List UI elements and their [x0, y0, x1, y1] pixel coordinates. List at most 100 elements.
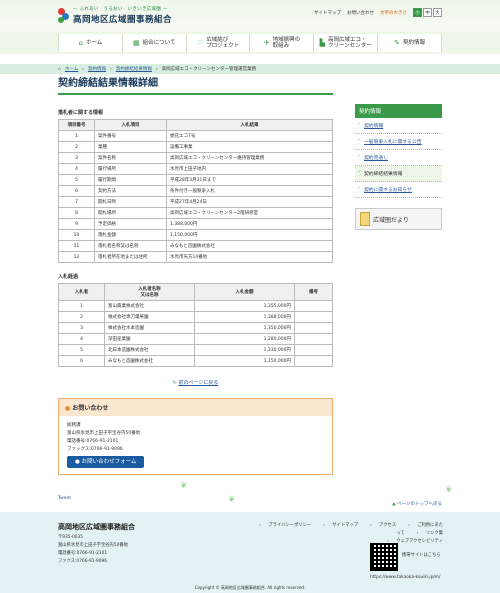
- chevron-right-icon: ›: [408, 523, 412, 528]
- site-footer: 高岡地区広域圏事務組合 〒935-0035 富山県氷見市上田子字宝谷内50番地 …: [0, 512, 500, 593]
- nav-item-0[interactable]: ⌂ ホーム: [58, 34, 123, 52]
- nav-item-2[interactable]: ♡ 広域結び プロジェクト: [186, 34, 251, 52]
- table-cell: 1: [58, 130, 95, 142]
- footer-link[interactable]: › アクセス: [364, 523, 396, 528]
- mobile-site-label: 携帯サイトはこちら: [402, 553, 441, 558]
- table-row: 3 案件名称 高岡広域エコ・クリーンセンター維持管理業務: [58, 152, 333, 164]
- nav-item-5[interactable]: ✎ 契約情報: [378, 34, 442, 52]
- table-cell: 落札金額: [94, 229, 167, 241]
- map-icon: ✈: [263, 39, 270, 47]
- inquiry-dept: 総務課: [67, 423, 81, 428]
- sidebar-item-0[interactable]: 契約情報: [355, 118, 442, 134]
- table-cell: 北日本造園株式会社: [104, 344, 195, 356]
- page-top-link[interactable]: ▲ ページのトップへ戻る: [392, 501, 442, 507]
- site-logo[interactable]: — ふれあい うるおい いきいき広域圏 — 高岡地区広域圏事務組合: [58, 6, 172, 25]
- table-row: 4 履行場所 氷見市上田子地内: [58, 163, 333, 175]
- table-cell: 1,355,000円: [194, 300, 295, 312]
- table-cell: 委託エコ7号: [166, 130, 333, 142]
- sidebar-item-3[interactable]: 契約締結結果情報: [355, 166, 442, 182]
- inquiry-fax: ファックス:0766-91-9096: [67, 447, 123, 452]
- chevron-right-icon: ›: [416, 531, 420, 536]
- footer-link[interactable]: › リンク集: [411, 531, 443, 536]
- table-cell: [294, 344, 333, 356]
- table-cell: 高岡広域エコ・クリーンセンター維持管理業務: [166, 152, 333, 164]
- decorative-leaf-icon: ❦: [228, 495, 236, 505]
- inquiry-form-button[interactable]: ● お問い合わせフォーム: [67, 456, 145, 468]
- table-cell: 株式会社水本造園: [104, 322, 195, 334]
- table-cell: 10: [58, 229, 95, 241]
- table-row: 2 株式会社専刀電華園 1,388,000円: [58, 311, 333, 323]
- nav-item-3[interactable]: ✈ 地域振興の 取組み: [250, 34, 315, 52]
- table-cell: [294, 333, 333, 345]
- mobile-site-url[interactable]: https://www.takaoka-kouiki.jp/m/: [370, 575, 440, 580]
- breadcrumb-home[interactable]: ホーム: [65, 66, 78, 72]
- nav-item-label: 契約情報: [402, 40, 425, 46]
- contact-link[interactable]: お問い合わせ: [347, 10, 374, 16]
- table-cell: 履行期間: [94, 174, 167, 186]
- inquiry-icon: ●: [65, 405, 71, 412]
- table-cell: 案件名称: [94, 152, 167, 164]
- nav-item-4[interactable]: ▙ 高岡広域エコ・ クリーンセンター: [314, 34, 379, 52]
- table-cell: 落札者名称又は名称: [94, 240, 167, 252]
- table-row: 5 履行期間 平成28年3月31日まで: [58, 174, 333, 186]
- nav-item-label: 地域振興の 取組み: [272, 37, 301, 49]
- footer-link[interactable]: › プライバシーポリシー: [253, 523, 311, 528]
- decorative-leaf-icon: ❦: [445, 485, 453, 495]
- table-row: 2 業種 設備工事業: [58, 141, 333, 153]
- table-cell: 契約方法: [94, 185, 167, 197]
- nav-item-label: 広域結び プロジェクト: [206, 37, 240, 49]
- table-row: 1 案件番号 委託エコ7号: [58, 130, 333, 142]
- table-cell: 設備工事業: [166, 141, 333, 153]
- table-cell: 氷見市矢方14番地: [166, 251, 333, 263]
- nav-item-label: ホーム: [85, 40, 103, 46]
- sitemap-link[interactable]: サイトマップ: [314, 10, 341, 16]
- table-cell: 3: [58, 322, 105, 334]
- table-row: 7 開札日時 平成27年4月24日: [58, 196, 333, 208]
- table-cell: 6: [58, 355, 105, 367]
- font-size-label: 文字の大きさ: [380, 10, 407, 16]
- table-cell: 1,330,000円: [194, 344, 295, 356]
- table-cell: 株式会社専刀電華園: [104, 311, 195, 323]
- decorative-leaf-icon: ❦: [180, 481, 188, 491]
- newsletter-icon: [360, 212, 370, 226]
- breadcrumb: ⌂ ホーム › 契約情報 › 契約締結結果情報 › 高岡広域エコ・クリーンセンタ…: [0, 64, 500, 74]
- table-cell: 開札日時: [94, 196, 167, 208]
- table-row: 11 落札者名称又は名称 みなもと造園株式会社: [58, 240, 333, 252]
- table-cell: 12: [58, 251, 95, 263]
- breadcrumb-contract-results[interactable]: 契約締結結果情報: [116, 66, 152, 72]
- font-large-button[interactable]: 大: [433, 8, 442, 17]
- inquiry-box: ● お問い合わせ 総務課 富山県氷見市上田子字宝谷内50番地 電話番号:0766…: [58, 398, 333, 475]
- nav-item-label: 組合について: [142, 40, 176, 46]
- table-cell: 1,388,000円: [194, 311, 295, 323]
- tweet-link[interactable]: Tweet: [58, 496, 71, 501]
- table-cell: 業種: [94, 141, 167, 153]
- newsletter-banner[interactable]: 広域圏だより: [355, 208, 442, 230]
- table-cell: [294, 311, 333, 323]
- sidebar-item-1[interactable]: 一般競争入札に関する公告: [355, 134, 442, 150]
- sidebar-item-2[interactable]: 契約見通し: [355, 150, 442, 166]
- sidebar-item-4[interactable]: 契約に関するお知らせ: [355, 182, 442, 198]
- table-header: 入札金額: [194, 283, 295, 301]
- footer-link[interactable]: › サイトマップ: [317, 523, 358, 528]
- table-cell: [294, 355, 333, 367]
- font-small-button[interactable]: 小: [413, 8, 422, 17]
- chevron-right-icon: ›: [259, 523, 263, 528]
- table-cell: 履行場所: [94, 163, 167, 175]
- nav-item-1[interactable]: ▦ 組合について: [122, 34, 187, 52]
- table-row: 9 予定価格 1,388,000円: [58, 218, 333, 230]
- font-medium-button[interactable]: 中: [423, 8, 432, 17]
- back-link[interactable]: 前のページに戻る: [178, 380, 218, 386]
- footer-address-block: 〒935-0035 富山県氷見市上田子字宝谷内50番地 電話番号:0766-91…: [58, 535, 128, 564]
- breadcrumb-contract-info[interactable]: 契約情報: [88, 66, 106, 72]
- table-row: 6 みなもと造園株式会社 1,150,000円: [58, 355, 333, 367]
- factory-icon: ▙: [319, 39, 326, 47]
- table-cell: 2: [58, 311, 105, 323]
- inquiry-heading: ● お問い合わせ: [59, 399, 332, 416]
- table-row: 3 株式会社水本造園 1,350,000円: [58, 322, 333, 334]
- bid-heading: 入札経過: [58, 274, 79, 280]
- table-cell: 1,280,000円: [194, 333, 295, 345]
- footer-org: 高岡地区広域圏事務組合: [58, 523, 135, 531]
- back-link-wrap: ↻ 前のページに戻る: [58, 379, 333, 386]
- table-cell: 氷見市上田子地内: [166, 163, 333, 175]
- bid-table: 入札者 入札者名称 又は名称 入札金額 備考 1 富山興業株式会社 1,355,000円 2…: [58, 283, 333, 367]
